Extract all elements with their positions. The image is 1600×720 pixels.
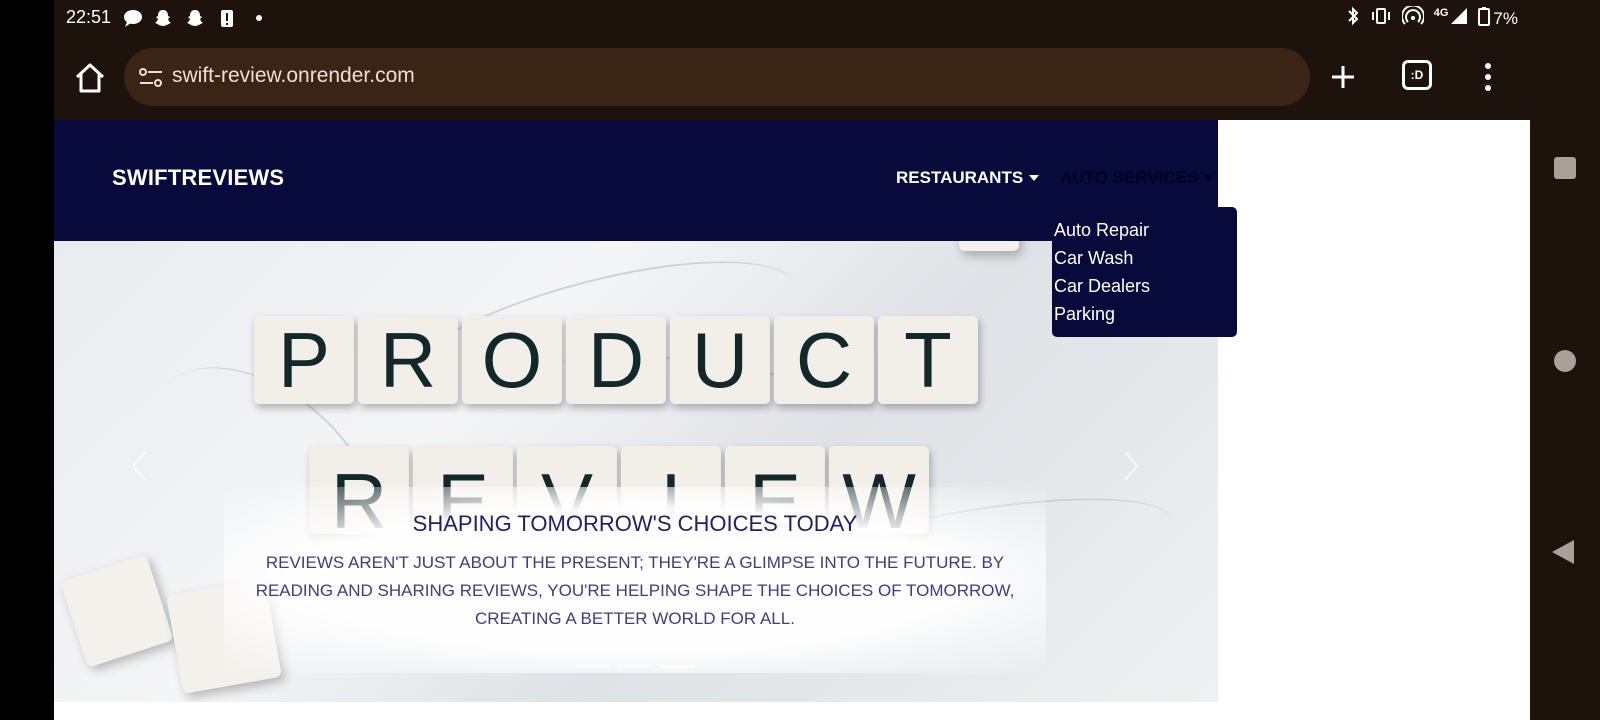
plus-icon (1332, 66, 1354, 88)
vibrate-icon (1370, 6, 1392, 31)
carousel-prev-button[interactable] (124, 446, 154, 486)
chevron-right-icon (1124, 451, 1139, 481)
nav-auto-services-label: AUTO SERVICES (1060, 168, 1199, 187)
android-home-button[interactable] (1554, 350, 1576, 372)
letter-tile: O (462, 316, 562, 404)
auto-services-dropdown-menu: Auto Repair Car Wash Car Dealers Parking (1052, 207, 1237, 337)
screen: 22:51 4G 7% swift-review.onrender.com:D… (0, 0, 1600, 720)
more-vert-icon (1485, 63, 1491, 91)
caret-down-icon (1204, 175, 1215, 181)
nav-restaurants-dropdown[interactable]: RESTAURANTS (896, 168, 1040, 188)
home-icon (75, 63, 105, 93)
android-navigation-bar (1530, 0, 1600, 720)
browser-menu-button[interactable] (1474, 60, 1502, 94)
recents-button[interactable] (1554, 157, 1576, 179)
letter-tile: U (670, 316, 770, 404)
alert-icon (218, 8, 236, 28)
tab-count: :D (1402, 60, 1432, 90)
carousel-indicator[interactable] (660, 665, 694, 668)
address-bar[interactable]: swift-review.onrender.com (124, 48, 1310, 106)
home-button[interactable] (72, 60, 108, 96)
carousel-caption: SHAPING TOMORROW'S CHOICES TODAY REVIEWS… (224, 487, 1046, 673)
chevron-left-icon (131, 451, 146, 481)
nav-restaurants-label: RESTAURANTS (896, 168, 1024, 187)
chat-bubble-icon (122, 8, 144, 28)
status-right: 4G 7% (1346, 4, 1518, 31)
url-text[interactable]: swift-review.onrender.com (172, 64, 415, 88)
browser-chrome: 22:51 4G 7% swift-review.onrender.com:D (54, 0, 1530, 120)
site-navbar: SWIFTREVIEWS RESTAURANTS AUTO SERVICES (54, 120, 1218, 241)
caption-text: REVIEWS AREN'T JUST ABOUT THE PRESENT; T… (255, 553, 1015, 628)
letter-tile: D (566, 316, 666, 404)
network-type: 4G (1433, 7, 1449, 19)
signal-icon (1450, 7, 1468, 30)
letter-tile: P (254, 316, 354, 404)
new-tab-button[interactable] (1326, 60, 1360, 94)
snapchat-icon (152, 8, 174, 28)
web-content: SWIFTREVIEWS RESTAURANTS AUTO SERVICES P… (54, 120, 1530, 720)
scrabble-tile (959, 241, 1019, 251)
hero-carousel: PRODUCT REVIEW SHAPING TOMORROW'S CHOICE… (54, 241, 1218, 702)
status-bar: 22:51 4G 7% (54, 0, 1530, 38)
scrabble-tile (60, 554, 174, 668)
caret-down-icon (1029, 175, 1040, 181)
carousel-indicators (576, 665, 694, 668)
letter-tile: R (358, 316, 458, 404)
hotspot-icon (1400, 4, 1425, 31)
back-button[interactable] (1552, 540, 1574, 564)
bluetooth-icon (1346, 6, 1360, 31)
site-brand[interactable]: SWIFTREVIEWS (112, 165, 284, 191)
battery-level: 7% (1493, 8, 1518, 28)
dot-icon (254, 8, 264, 28)
dropdown-item[interactable]: Parking (1052, 301, 1237, 329)
dropdown-item[interactable]: Car Dealers (1052, 273, 1237, 301)
letter-tile: C (774, 316, 874, 404)
carousel-indicator[interactable] (576, 665, 610, 668)
site-settings-icon[interactable] (138, 67, 164, 89)
dropdown-item[interactable]: Car Wash (1052, 245, 1237, 273)
caption-title: SHAPING TOMORROW'S CHOICES TODAY (412, 511, 858, 536)
status-time: 22:51 (66, 7, 112, 27)
carousel-indicator[interactable] (618, 665, 652, 668)
tab-switcher-button[interactable]: :D (1402, 60, 1436, 94)
nav-auto-services-dropdown[interactable]: AUTO SERVICES (1060, 168, 1215, 188)
dropdown-item[interactable]: Auto Repair (1052, 217, 1237, 245)
snapchat-icon (184, 8, 206, 28)
battery-icon (1478, 6, 1491, 31)
carousel-next-button[interactable] (1116, 446, 1146, 486)
letter-tile: T (878, 316, 978, 404)
